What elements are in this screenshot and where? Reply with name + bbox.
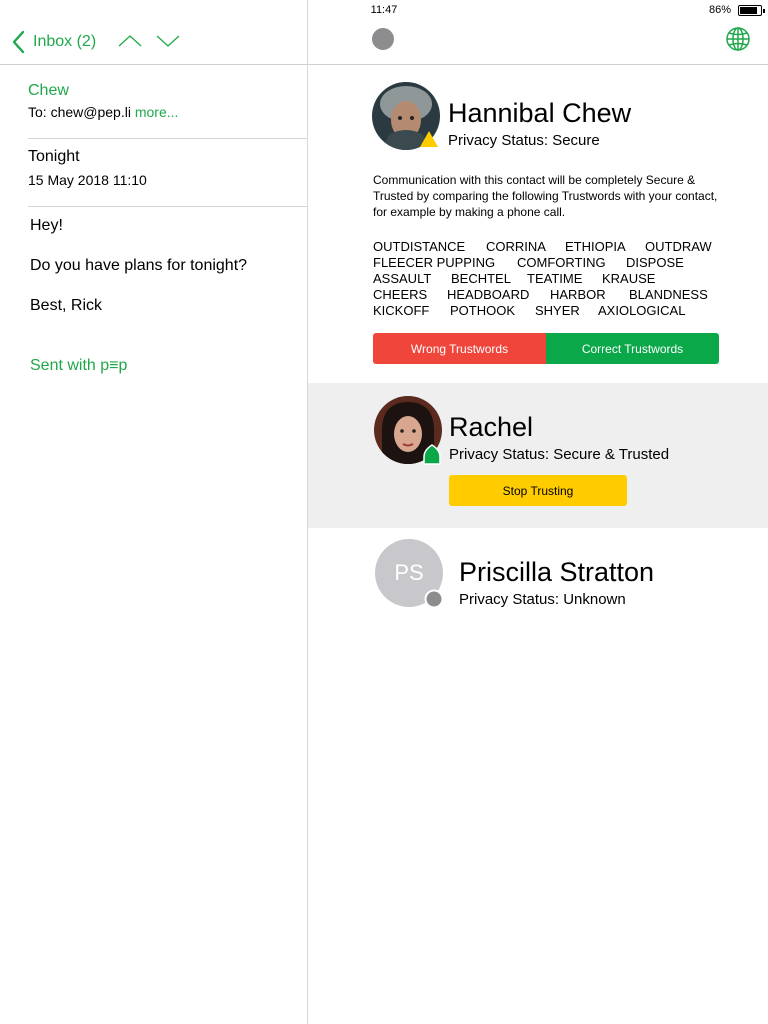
- trustword: HARBOR: [550, 287, 606, 302]
- trustword: AXIOLOGICAL: [598, 303, 686, 318]
- back-chevron-icon[interactable]: [11, 30, 25, 54]
- trustword: COMFORTING: [517, 255, 606, 270]
- battery-level: [740, 7, 757, 14]
- privacy-status-text: Privacy Status: Secure: [448, 132, 600, 149]
- trustword: CHEERS: [373, 287, 428, 302]
- more-recipients-link[interactable]: more...: [135, 104, 179, 120]
- privacy-status-text: Privacy Status: Unknown: [459, 591, 626, 608]
- trustword: CORRINA: [486, 239, 546, 254]
- trustwords-row: KICKOFF POTHOOK SHYER AXIOLOGICAL: [373, 303, 723, 319]
- pep-signature-link[interactable]: Sent with p≡p: [30, 357, 127, 375]
- trustword: ETHIOPIA: [565, 239, 626, 254]
- email-body-line: Best, Rick: [30, 297, 103, 314]
- trustword: OUTDRAW: [645, 239, 712, 254]
- trustwords-row: OUTDISTANCE CORRINA ETHIOPIA OUTDRAW: [373, 239, 723, 255]
- trustword: BECHTEL: [451, 271, 511, 286]
- trustword: KRAUSE: [602, 271, 656, 286]
- stop-trusting-button[interactable]: Stop Trusting: [449, 475, 627, 506]
- email-nav-bar: Inbox (2): [0, 20, 307, 65]
- trustwords-row: CHEERS HEADBOARD HARBOR BLANDNESS: [373, 287, 723, 303]
- recipient-address: To: chew@pep.li: [28, 104, 131, 120]
- warning-triangle-icon: [420, 131, 438, 147]
- wrong-trustwords-button[interactable]: Wrong Trustwords: [373, 333, 546, 364]
- next-message-icon[interactable]: [156, 34, 180, 48]
- trustword: DISPOSE: [626, 255, 684, 270]
- contact-name: Hannibal Chew: [448, 98, 632, 128]
- battery-icon: [738, 5, 765, 16]
- email-subject: Tonight: [28, 148, 80, 165]
- trustword: HEADBOARD: [447, 287, 530, 302]
- unknown-status-icon: [424, 589, 444, 609]
- contact-name: Rachel: [449, 412, 534, 442]
- privacy-status-icon[interactable]: [372, 28, 394, 50]
- email-date: 15 May 2018 11:10: [28, 172, 147, 188]
- previous-message-icon[interactable]: [118, 34, 142, 48]
- trustwords-explanation: Communication with this contact will be …: [373, 173, 718, 219]
- battery-percent: 86%: [709, 4, 732, 16]
- trustword: KICKOFF: [373, 303, 430, 318]
- sender-name[interactable]: Chew: [28, 82, 69, 100]
- contact-initials: PS: [394, 560, 424, 585]
- trustword: TEATIME: [527, 271, 583, 286]
- email-body-line: Hey!: [30, 217, 63, 234]
- trustwords-row: ASSAULT BECHTEL TEATIME KRAUSE: [373, 271, 723, 287]
- trustword: FLEECER PUPPING: [373, 255, 496, 270]
- divider: [28, 206, 307, 207]
- shield-trusted-icon: [423, 444, 441, 465]
- divider: [28, 138, 307, 139]
- correct-trustwords-button[interactable]: Correct Trustwords: [546, 333, 719, 364]
- globe-icon[interactable]: [725, 26, 751, 52]
- trustword: SHYER: [535, 303, 580, 318]
- trustwords-row: FLEECER PUPPING COMFORTING DISPOSE: [373, 255, 723, 271]
- contact-name: Priscilla Stratton: [459, 557, 655, 587]
- trustword: OUTDISTANCE: [373, 239, 466, 254]
- recipient-line: To: chew@pep.li more...: [28, 104, 178, 120]
- email-body-line: Do you have plans for tonight?: [30, 257, 248, 274]
- back-to-inbox-button[interactable]: Inbox (2): [33, 33, 96, 51]
- privacy-status-text: Privacy Status: Secure & Trusted: [449, 446, 670, 463]
- email-pane: Inbox (2) Chew To: chew@pep.li more... T…: [0, 0, 307, 1024]
- trustword: ASSAULT: [373, 271, 432, 286]
- privacy-nav-bar: [308, 20, 768, 65]
- trustword: POTHOOK: [450, 303, 516, 318]
- trustword: BLANDNESS: [629, 287, 708, 302]
